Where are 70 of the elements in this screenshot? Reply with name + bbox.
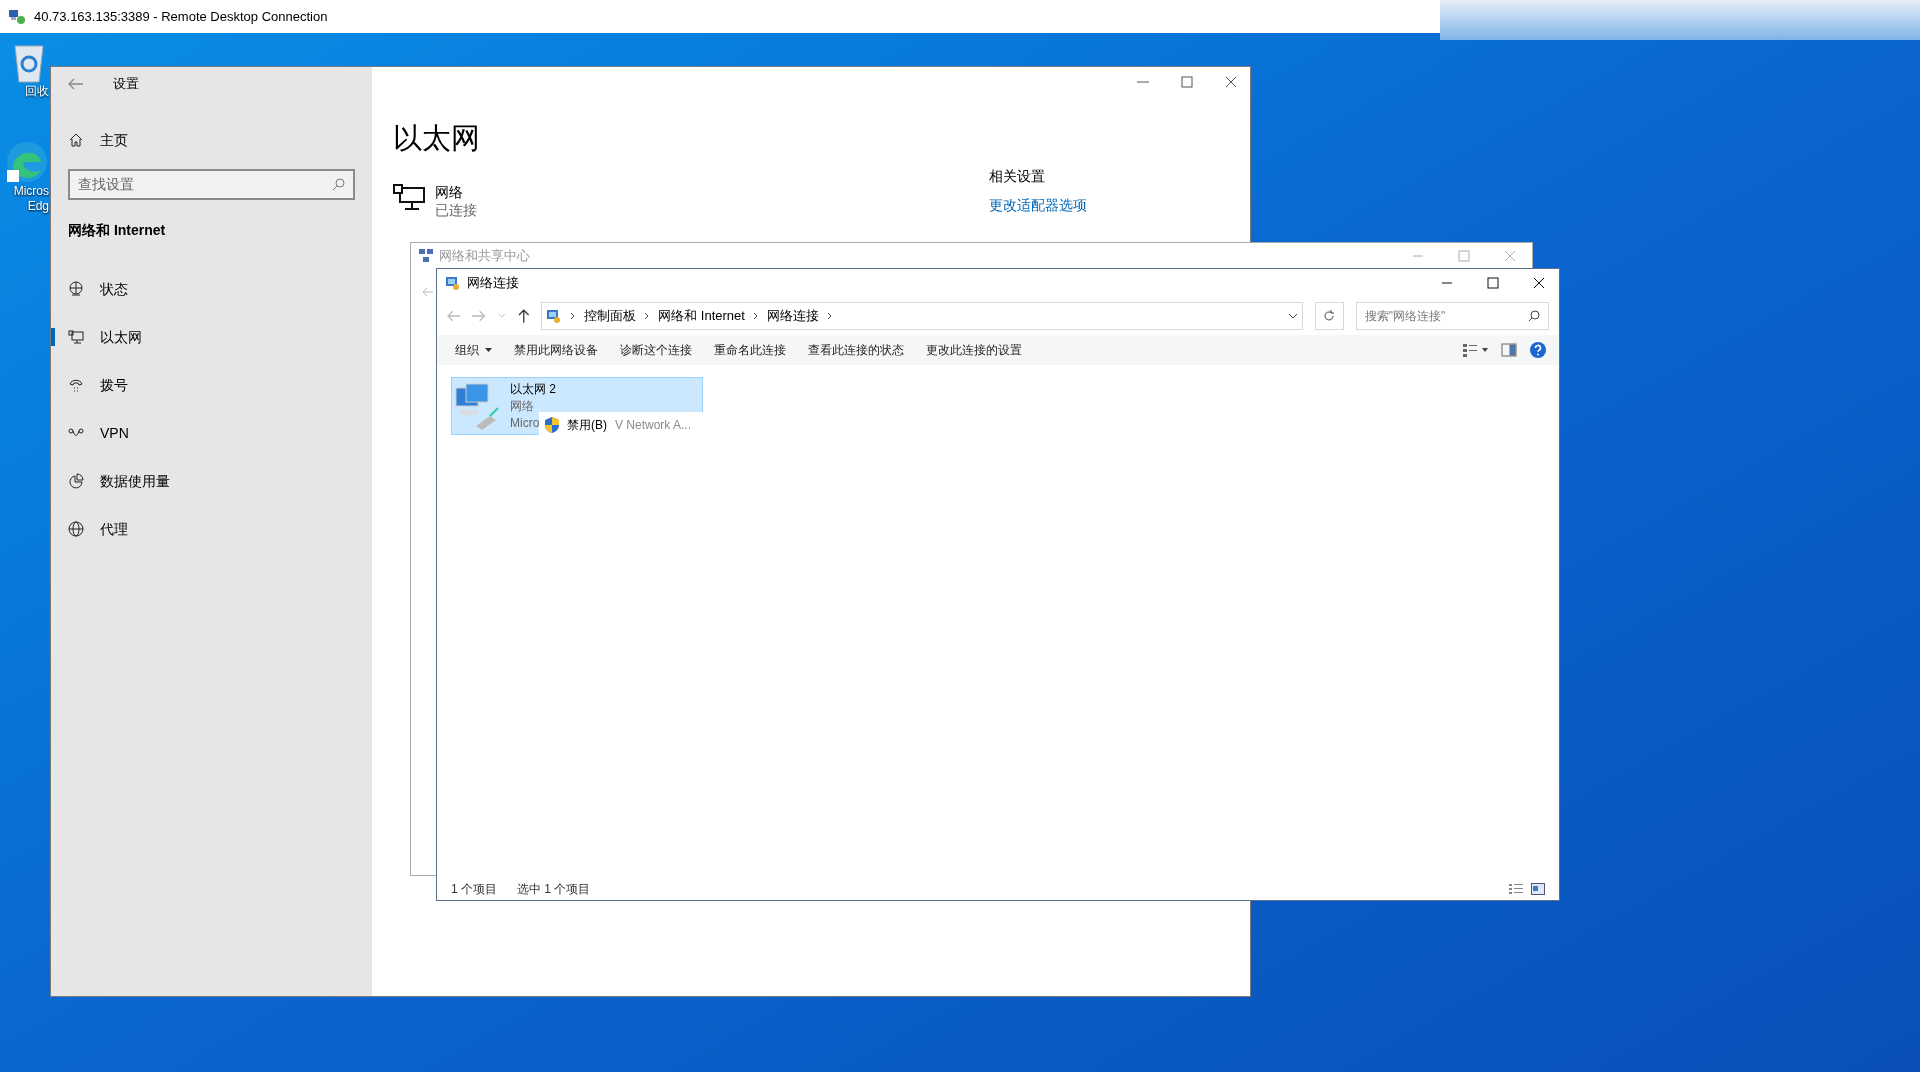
- help-icon[interactable]: [1529, 341, 1547, 359]
- connection-name: 以太网 2: [510, 380, 556, 398]
- computer-network-icon: [454, 382, 502, 430]
- window-title: 网络和共享中心: [439, 247, 530, 266]
- menu-button[interactable]: 组织: [445, 337, 502, 363]
- refresh-button[interactable]: [1314, 302, 1344, 330]
- toolbar-button[interactable]: 重命名此连接: [704, 337, 796, 363]
- close-icon[interactable]: [1224, 75, 1238, 89]
- toolbar-button[interactable]: 诊断这个连接: [610, 337, 702, 363]
- connection-device: V Network A...: [615, 417, 692, 434]
- nav-item[interactable]: 代理: [51, 505, 372, 553]
- browser-icon: [5, 140, 49, 184]
- menu-item[interactable]: 禁用(B): [545, 416, 607, 434]
- home-icon: [68, 132, 84, 148]
- search-icon: [332, 178, 345, 191]
- monitor-icon: [68, 329, 84, 345]
- settings-link[interactable]: 更改适配器选项: [989, 195, 1229, 216]
- connection-device: Micro: [510, 414, 540, 432]
- network-tile[interactable]: 网络 已连接: [393, 182, 480, 219]
- up-arrow-icon[interactable]: [517, 309, 530, 323]
- nav-item[interactable]: 拨号: [51, 361, 372, 409]
- chevron-right-icon[interactable]: [826, 312, 833, 320]
- page-title: 以太网: [393, 121, 480, 156]
- section-heading: 网络和 Internet: [68, 221, 167, 240]
- toolbar-button[interactable]: 禁用此网络设备: [504, 337, 608, 363]
- view-options-icon[interactable]: [1463, 343, 1489, 357]
- home-link[interactable]: 主页: [51, 125, 372, 155]
- search-field[interactable]: 查找设置: [68, 169, 355, 200]
- monitor-icon: [393, 182, 425, 211]
- tiles-view-icon[interactable]: [1531, 883, 1545, 895]
- status-text: 选中 1 个项目: [517, 881, 591, 898]
- desktop-icon-label[interactable]: 回收: [6, 84, 49, 99]
- preview-pane-icon[interactable]: [1501, 343, 1517, 357]
- globe-monitor-icon: [68, 281, 84, 297]
- search-icon: [1528, 310, 1540, 322]
- address-bar[interactable]: 控制面板 网络和 Internet 网络连接: [541, 302, 1303, 330]
- pie-chart-icon: [68, 473, 84, 489]
- status-text: 1 个项目: [451, 881, 497, 898]
- window-title: 40.73.163.135:3389 - Remote Desktop Connection: [34, 7, 328, 26]
- refresh-icon: [1323, 310, 1336, 322]
- breadcrumb-item[interactable]: 控制面板: [584, 306, 637, 326]
- desktop-icon-label[interactable]: Micros Edg: [6, 184, 49, 214]
- back-arrow-icon[interactable]: [67, 78, 83, 90]
- chevron-down-icon[interactable]: [1287, 313, 1298, 319]
- toolbar-button[interactable]: 更改此连接的设置: [916, 337, 1032, 363]
- breadcrumb-item[interactable]: 网络连接: [766, 306, 819, 326]
- breadcrumb-item[interactable]: 网络和 Internet: [658, 306, 745, 326]
- window-title: 网络连接: [467, 274, 519, 293]
- connection-type: 网络: [510, 397, 534, 415]
- shield-icon: [545, 417, 559, 433]
- close-icon[interactable]: [1533, 277, 1545, 289]
- globe-icon: [68, 521, 84, 537]
- caret-icon: [485, 348, 492, 352]
- remote-desktop-icon: [8, 8, 26, 25]
- network-icon: [419, 249, 433, 263]
- maximize-icon[interactable]: [1487, 277, 1499, 289]
- nav-item[interactable]: VPN: [51, 409, 372, 457]
- chevron-right-icon[interactable]: [644, 312, 651, 320]
- network-folder-icon: [445, 275, 461, 291]
- chevron-right-icon[interactable]: [570, 312, 577, 320]
- search-field[interactable]: 搜索"网络连接": [1355, 302, 1549, 330]
- phone-icon: [68, 377, 84, 393]
- toolbar-button[interactable]: 查看此连接的状态: [798, 337, 914, 363]
- nav-item[interactable]: 数据使用量: [51, 457, 372, 505]
- chevron-right-icon[interactable]: [752, 312, 759, 320]
- network-folder-icon: [546, 308, 563, 324]
- nav-item[interactable]: 状态: [51, 265, 372, 313]
- details-view-icon[interactable]: [1509, 883, 1523, 895]
- app-title: 设置: [113, 75, 139, 94]
- related-settings-heading: 相关设置: [989, 167, 1046, 186]
